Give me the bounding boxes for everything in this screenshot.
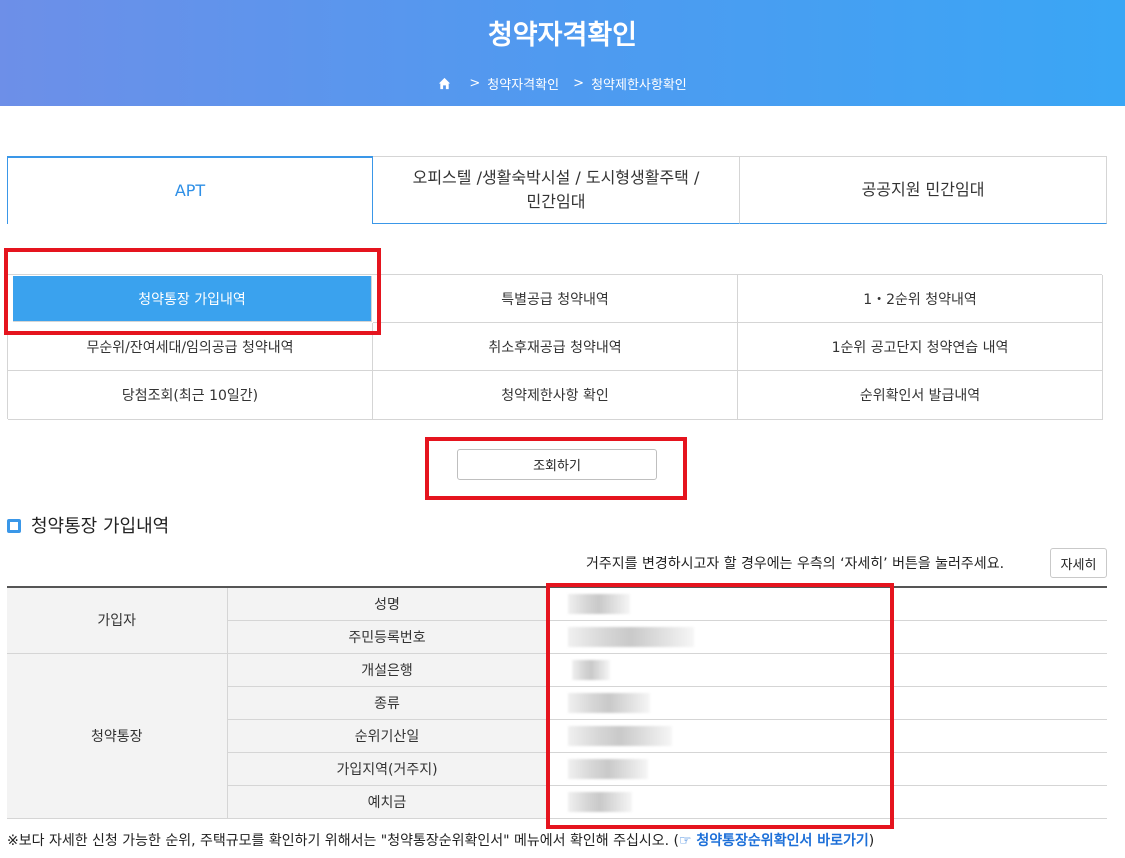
field-label: 주민등록번호: [227, 620, 548, 654]
breadcrumb-item[interactable]: 청약자격확인: [487, 74, 559, 93]
subtab-rank-1-2[interactable]: 1・2순위 청약내역: [738, 275, 1103, 323]
section-title: 청약통장 가입내역: [7, 512, 169, 538]
chevron-right-icon: >: [573, 76, 585, 91]
group-label: 청약통장: [7, 653, 228, 819]
field-label: 예치금: [227, 785, 548, 819]
footnote-close: ): [868, 833, 875, 849]
highlight-box: [425, 437, 687, 500]
field-label: 개설은행: [227, 653, 548, 687]
detail-button[interactable]: 자세히: [1050, 548, 1107, 578]
breadcrumb-item[interactable]: 청약제한사항확인: [591, 74, 687, 93]
subtab-winning[interactable]: 당첨조회(최근 10일간): [8, 371, 373, 420]
subtab-certificate[interactable]: 순위확인서 발급내역: [738, 371, 1103, 420]
subtab-resupply[interactable]: 취소후재공급 청약내역: [373, 323, 738, 371]
footnote: ※보다 자세한 신청 가능한 순위, 주택규모를 확인하기 위해서는 "청약통장…: [7, 830, 874, 850]
field-label: 성명: [227, 587, 548, 621]
page-title: 청약자격확인: [487, 20, 638, 51]
group-label: 가입자: [7, 587, 228, 654]
highlight-box: [546, 583, 894, 829]
tab-public-rental[interactable]: 공공지원 민간임대: [740, 156, 1107, 224]
residence-notice: 거주지를 변경하시고자 할 경우에는 우측의 ‘자세히’ 버튼을 눌러주세요.: [586, 556, 1005, 572]
field-label: 순위기산일: [227, 719, 548, 753]
certificate-link[interactable]: ☞ 청약통장순위확인서 바로가기: [679, 833, 869, 849]
section-title-text: 청약통장 가입내역: [31, 516, 170, 537]
subtab-restrictions[interactable]: 청약제한사항 확인: [373, 371, 738, 420]
footnote-text: ※보다 자세한 신청 가능한 순위, 주택규모를 확인하기 위해서는 "청약통장…: [7, 833, 679, 849]
field-label: 가입지역(거주지): [227, 752, 548, 786]
breadcrumb: > 청약자격확인 > 청약제한사항확인: [0, 74, 1125, 93]
tab-officetel[interactable]: 오피스텔 /생활숙박시설 / 도시형생활주택 / 민간임대: [373, 156, 740, 224]
subtab-practice[interactable]: 1순위 공고단지 청약연습 내역: [738, 323, 1103, 371]
subtab-special-supply[interactable]: 특별공급 청약내역: [373, 275, 738, 323]
page-header: 청약자격확인 > 청약자격확인 > 청약제한사항확인: [0, 0, 1125, 106]
field-label: 종류: [227, 686, 548, 720]
chevron-right-icon: >: [469, 76, 481, 91]
home-icon[interactable]: [438, 77, 451, 90]
tab-apt[interactable]: APT: [7, 156, 373, 224]
square-bullet-icon: [7, 519, 21, 533]
housing-type-tabs: APT 오피스텔 /생활숙박시설 / 도시형생활주택 / 민간임대 공공지원 민…: [7, 156, 1107, 224]
highlight-box: [4, 248, 381, 335]
